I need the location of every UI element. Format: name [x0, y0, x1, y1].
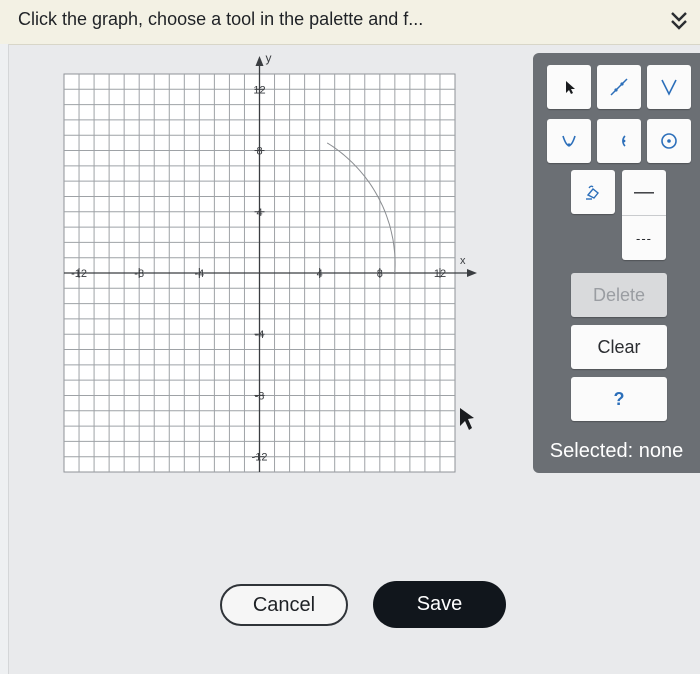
- x-tick-label: -12: [71, 268, 87, 280]
- selected-status: Selected: none: [549, 440, 684, 462]
- eraser-tool[interactable]: [571, 170, 615, 214]
- dashed-line-option[interactable]: ---: [622, 216, 666, 260]
- x-tick-label: 8: [377, 268, 383, 280]
- eraser-icon: [586, 185, 599, 200]
- instruction-text: Click the graph, choose a tool in the pa…: [18, 9, 424, 29]
- coordinate-graph[interactable]: -12 -8 -4 4 8 12 12 8 4 -4 -8 -12 x y: [40, 50, 480, 490]
- y-axis-label: y: [266, 51, 272, 65]
- semicircle-icon: [622, 135, 626, 147]
- y-tick-label: -12: [252, 452, 268, 464]
- parabola-tool[interactable]: [547, 119, 591, 163]
- x-tick-label: -4: [194, 268, 204, 280]
- help-button[interactable]: ?: [571, 377, 667, 421]
- x-tick-label: 12: [434, 268, 446, 280]
- pointer-icon: [566, 81, 575, 94]
- instruction-bar: Click the graph, choose a tool in the pa…: [0, 0, 700, 45]
- x-axis-arrow-icon: [467, 269, 477, 277]
- line-style-selector[interactable]: — ---: [622, 170, 666, 260]
- cancel-button[interactable]: Cancel: [220, 584, 348, 626]
- x-tick-label: 4: [317, 268, 323, 280]
- y-tick-label: 12: [253, 84, 265, 96]
- parabola-icon: [562, 135, 576, 147]
- clear-button[interactable]: Clear: [571, 325, 667, 369]
- x-axis-label: x: [460, 255, 466, 267]
- pointer-tool[interactable]: [547, 65, 591, 109]
- y-tick-label: 8: [256, 146, 262, 158]
- x-tick-label: -8: [134, 268, 144, 280]
- line-icon: [610, 78, 628, 96]
- semicircle-tool[interactable]: [597, 119, 641, 163]
- y-tick-label: -4: [255, 329, 265, 341]
- double-chevron-down-icon[interactable]: [666, 8, 692, 34]
- v-shape-icon: [661, 79, 677, 96]
- delete-button[interactable]: Delete: [571, 273, 667, 317]
- circle-tool[interactable]: [647, 119, 691, 163]
- mouse-cursor-icon: [460, 408, 474, 430]
- solid-line-option[interactable]: —: [622, 170, 666, 215]
- left-edge-strip: [0, 44, 9, 674]
- save-button[interactable]: Save: [373, 581, 506, 628]
- circle-dot-icon: [661, 133, 677, 149]
- absolute-value-tool[interactable]: [647, 65, 691, 109]
- y-tick-label: -8: [255, 390, 265, 402]
- y-tick-label: 4: [256, 207, 262, 219]
- line-tool[interactable]: [597, 65, 641, 109]
- tool-palette: — --- Delete Clear ? Selected: none: [533, 53, 700, 473]
- y-axis-arrow-icon: [255, 56, 264, 66]
